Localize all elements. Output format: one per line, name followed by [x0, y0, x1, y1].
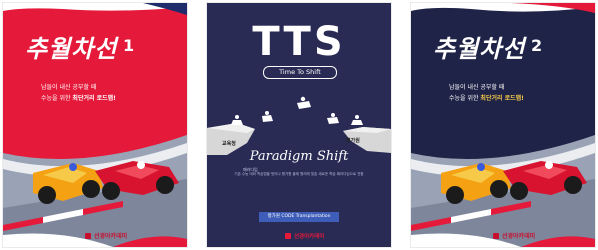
publisher-logo: 선경아카데미 [285, 232, 324, 240]
book-subtitle: 남들이 내신 공부할 때 수능을 위한 최단거리 로드맵! [449, 82, 524, 104]
subtitle-line-2-text: 수능을 위한 [41, 95, 73, 102]
code-transplantation-band: 평가원 CODE Transplantation [259, 212, 339, 222]
book-volume-number: 2 [531, 36, 543, 55]
publisher-logo: 선경아카데미 [85, 231, 127, 240]
book-cover-2[interactable]: TTS Time To Shift 교육청 평가원 Paradigm Shift… [207, 3, 391, 247]
left-cliff-label: 교육청 [222, 141, 236, 147]
publisher-name: 선경아카데미 [294, 234, 325, 240]
book-description: 기존 수능 대비 학습법을 벗어나 평가원 출제 원리에 맞춘 새로운 학습 패… [234, 172, 364, 176]
subtitle-line-2: 수능을 위한 최단거리 로드맵! [41, 93, 116, 104]
publisher-mark-icon [493, 232, 499, 239]
book-title: TTS [252, 19, 346, 65]
book-cover-1[interactable]: 추월차선 1 남들이 내신 공부할 때 수능을 위한 최단거리 로드맵! 선경아… [3, 3, 187, 247]
book-cover-3[interactable]: 추월차선 2 남들이 내신 공부할 때 수능을 위한 최단거리 로드맵! 선경아… [411, 3, 595, 247]
paradigm-heading: Paradigm Shift [249, 149, 349, 164]
book-title: 추월차선 [25, 35, 118, 63]
publisher-mark-icon [285, 233, 291, 239]
publisher-logo: 선경아카데미 [493, 231, 535, 240]
subtitle-line-2-text: 수능을 위한 [449, 95, 481, 102]
subtitle-line-1: 남들이 내신 공부할 때 [41, 84, 97, 91]
right-cliff-label: 평가원 [346, 138, 360, 144]
book-volume-number: 1 [123, 36, 135, 55]
subtitle-line-2-bold: 최단거리 로드맵! [480, 95, 524, 102]
publisher-mark-icon [85, 232, 91, 239]
book-title: 추월차선 [433, 35, 526, 63]
publisher-name: 선경아카데미 [502, 233, 536, 240]
book-tagline-pill: Time To Shift [263, 66, 337, 79]
publisher-name: 선경아카데미 [94, 233, 128, 240]
subtitle-line-1: 남들이 내신 공부할 때 [449, 84, 505, 91]
book-subtitle: 남들이 내신 공부할 때 수능을 위한 최단거리 로드맵! [41, 82, 116, 104]
subtitle-line-2-bold: 최단거리 로드맵! [72, 95, 116, 102]
subtitle-line-2: 수능을 위한 최단거리 로드맵! [449, 93, 524, 104]
